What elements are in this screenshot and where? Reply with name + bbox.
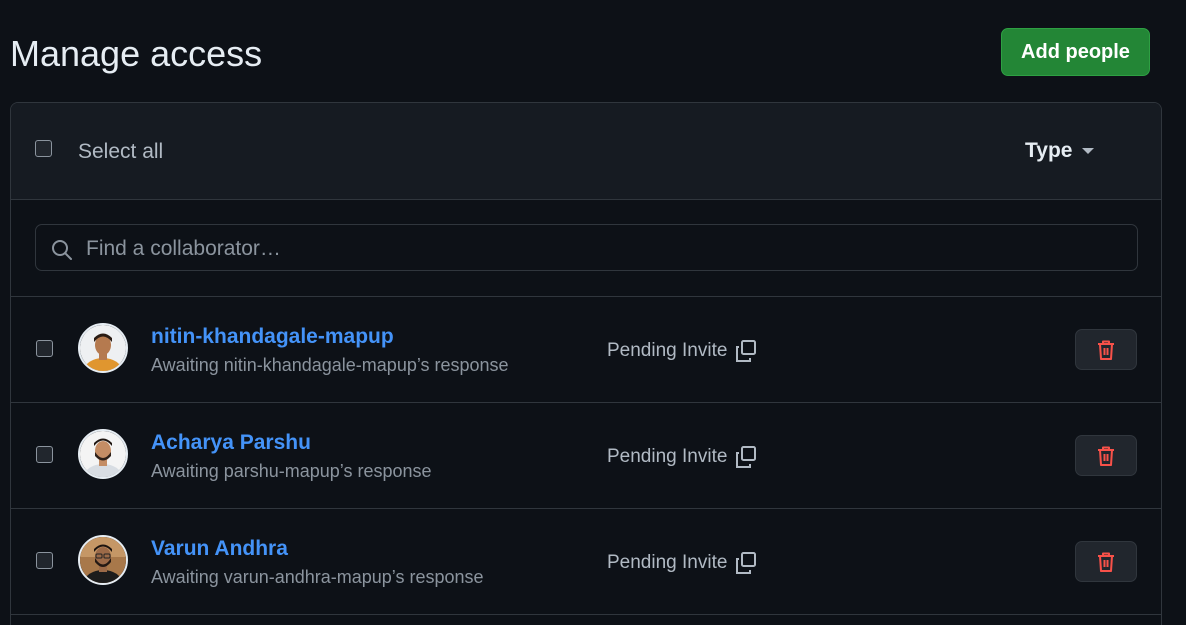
copy-icon[interactable]	[733, 444, 759, 470]
avatar	[78, 323, 128, 373]
copy-icon[interactable]	[733, 550, 759, 576]
select-all-checkbox[interactable]	[35, 140, 52, 157]
remove-collaborator-button[interactable]	[1075, 541, 1137, 582]
collaborator-row: Acharya Parshu Awaiting parshu-mapup’s r…	[11, 403, 1161, 509]
panel-header: Select all Type	[11, 103, 1161, 200]
collaborator-subtitle: Awaiting varun-andhra-mapup’s response	[151, 567, 484, 587]
collaborator-row: Varun Andhra Awaiting varun-andhra-mapup…	[11, 509, 1161, 615]
avatar	[78, 429, 128, 479]
search-input[interactable]	[84, 225, 1128, 272]
trash-icon	[1098, 552, 1114, 572]
remove-collaborator-button[interactable]	[1075, 329, 1137, 370]
row-checkbox[interactable]	[36, 552, 53, 569]
invite-status-label: Pending Invite	[607, 552, 728, 573]
add-people-button[interactable]: Add people	[1001, 28, 1150, 76]
collaborator-name[interactable]: nitin-khandagale-mapup	[151, 325, 394, 349]
collaborator-row: nitin-khandagale-mapup Awaiting nitin-kh…	[11, 297, 1161, 403]
select-all-label: Select all	[78, 140, 164, 163]
invite-status: Pending Invite	[607, 550, 759, 576]
invite-status-label: Pending Invite	[607, 446, 728, 467]
row-checkbox[interactable]	[36, 446, 53, 463]
collaborator-name[interactable]: Varun Andhra	[151, 537, 288, 561]
invite-status: Pending Invite	[607, 338, 759, 364]
search-icon	[52, 240, 72, 260]
caret-down-icon	[1082, 148, 1095, 154]
invite-status-label: Pending Invite	[607, 340, 728, 361]
copy-icon[interactable]	[733, 338, 759, 364]
trash-icon	[1098, 446, 1114, 466]
manage-access-page: Manage access Add people Select all Type	[0, 0, 1186, 625]
avatar	[78, 535, 128, 585]
type-filter-dropdown[interactable]: Type	[1025, 139, 1095, 163]
collaborators-panel: Select all Type Find a collaborator… nit…	[10, 102, 1162, 625]
row-checkbox[interactable]	[36, 340, 53, 357]
invite-status: Pending Invite	[607, 444, 759, 470]
collaborator-subtitle: Awaiting nitin-khandagale-mapup’s respon…	[151, 355, 509, 375]
collaborator-subtitle: Awaiting parshu-mapup’s response	[151, 461, 432, 481]
page-title: Manage access	[10, 33, 263, 74]
search-box[interactable]	[35, 224, 1138, 272]
search-row	[11, 200, 1161, 297]
trash-icon	[1098, 340, 1114, 360]
collaborator-name[interactable]: Acharya Parshu	[151, 431, 311, 455]
type-filter-label: Type	[1025, 139, 1073, 162]
remove-collaborator-button[interactable]	[1075, 435, 1137, 476]
